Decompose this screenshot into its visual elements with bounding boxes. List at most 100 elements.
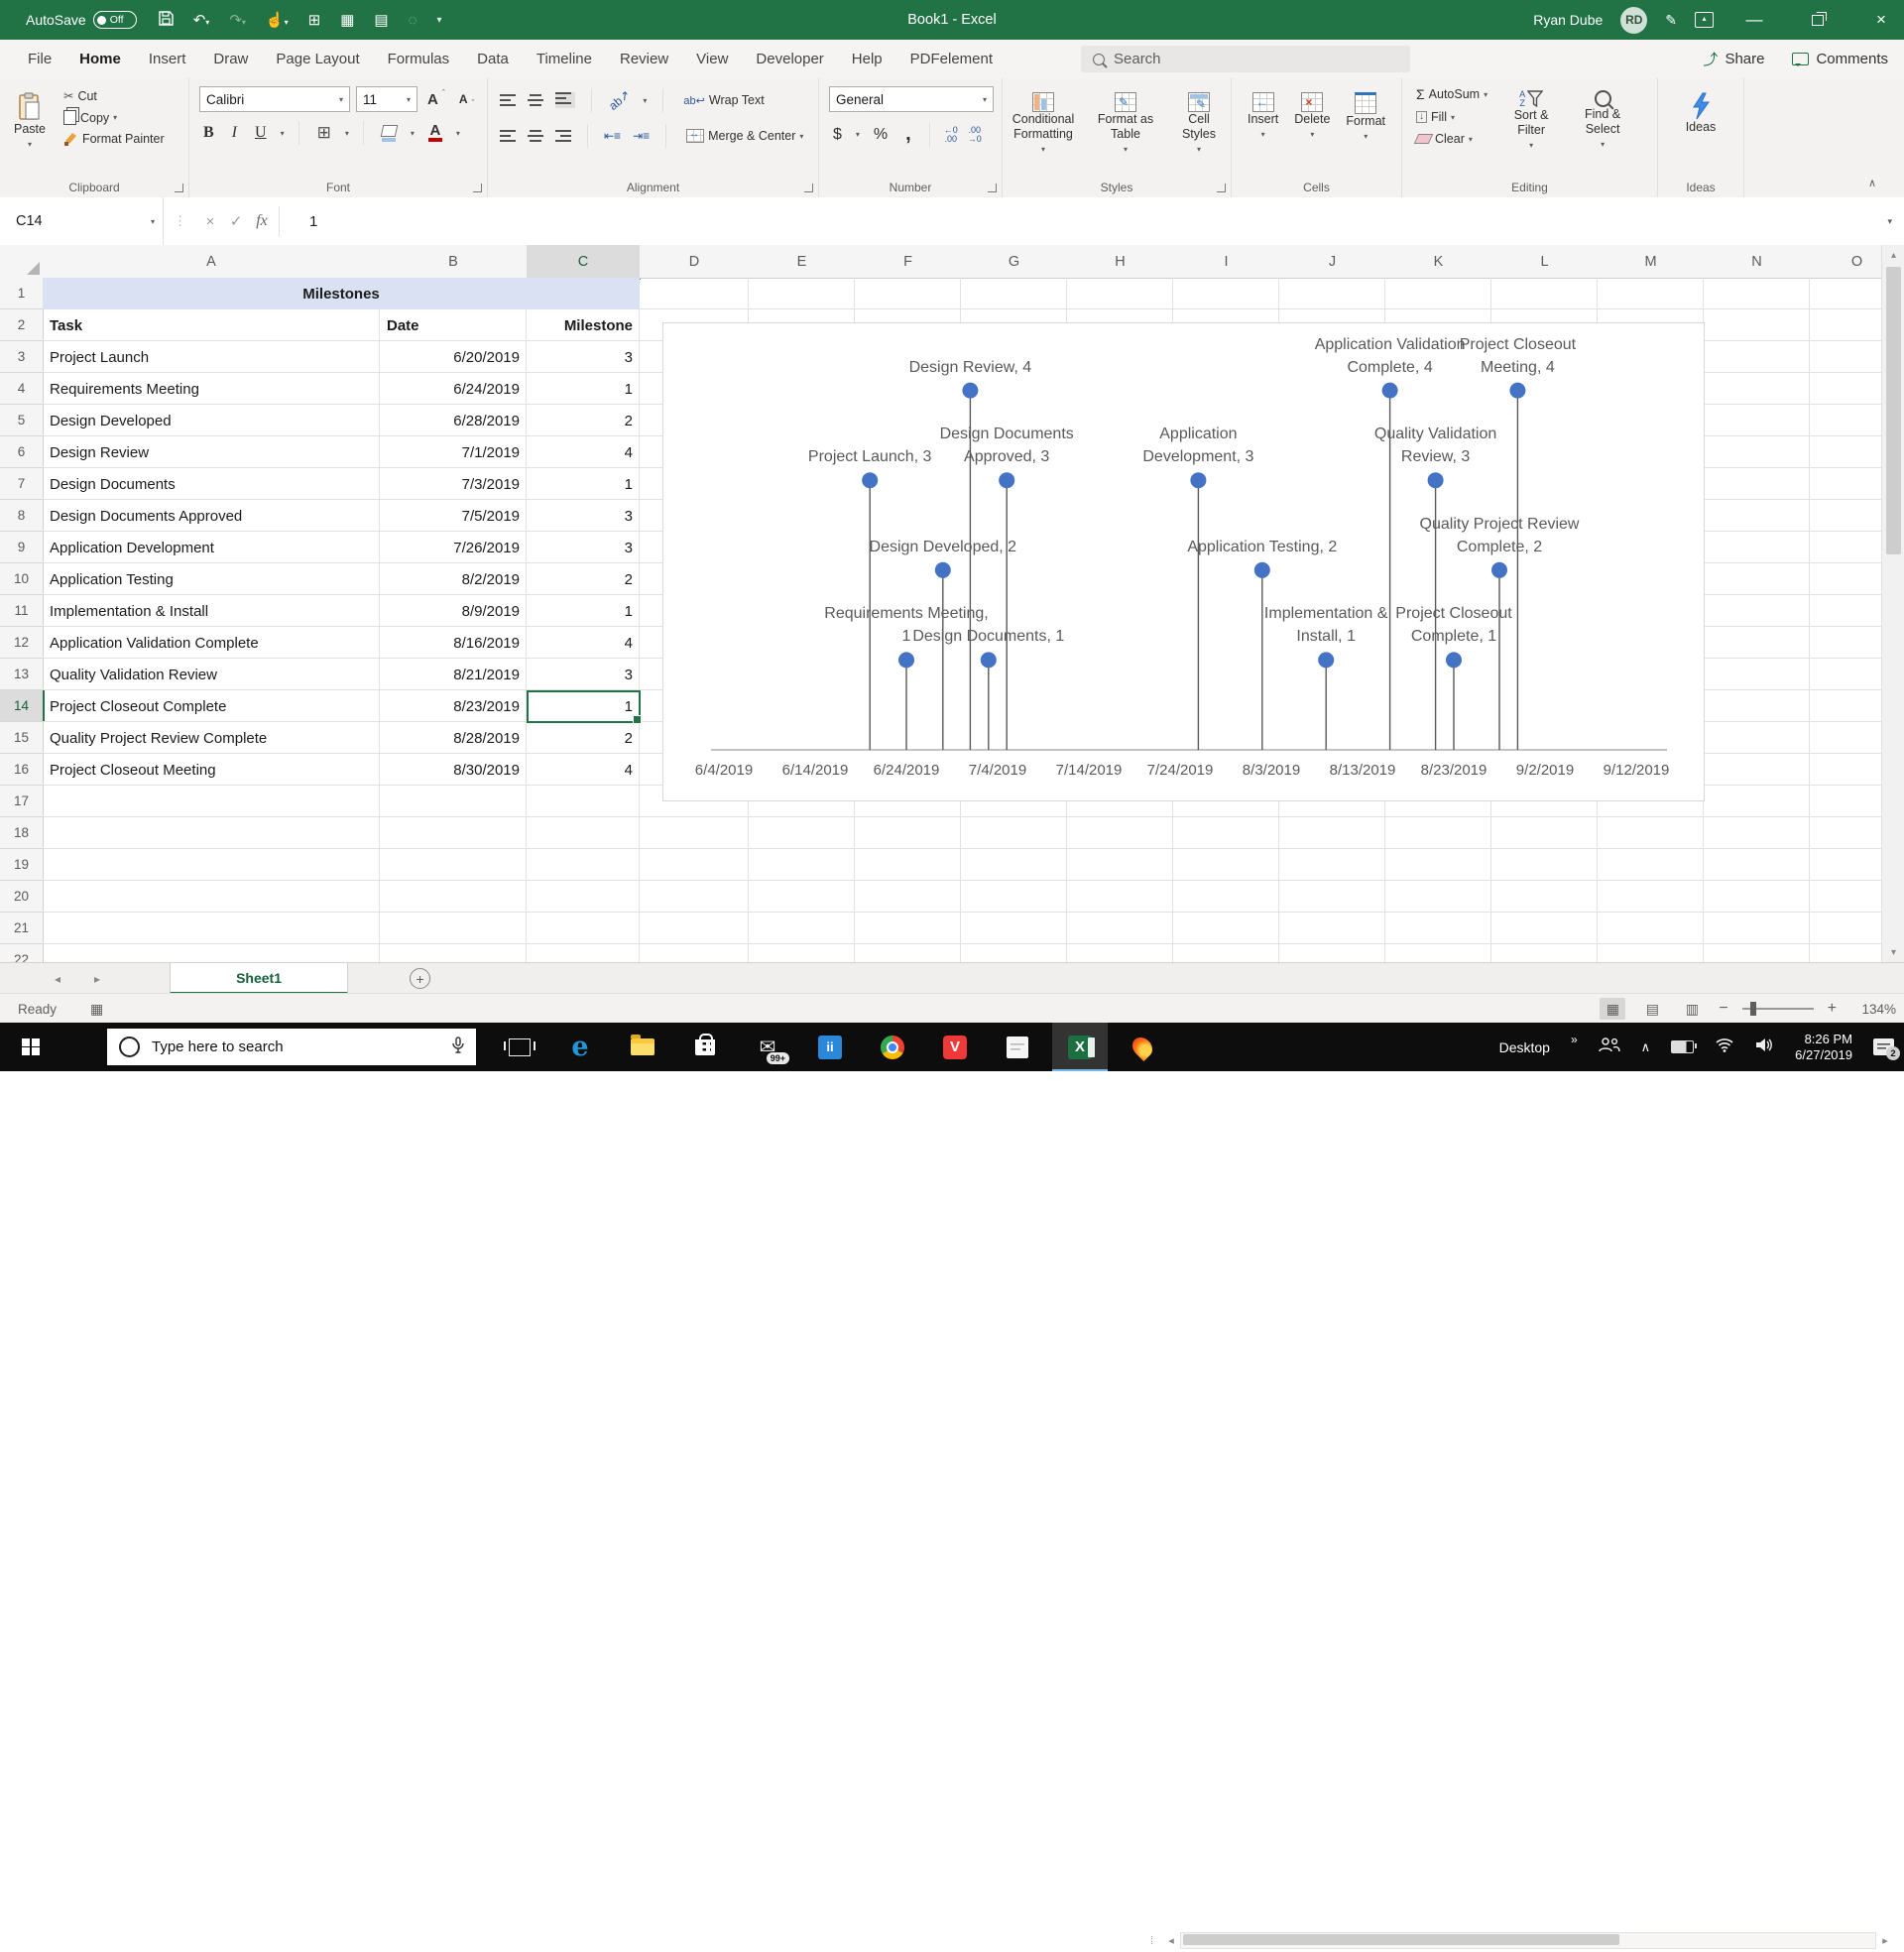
underline-dropdown-icon[interactable]: ▾ <box>281 129 285 138</box>
currency-button[interactable]: $ <box>829 124 846 146</box>
cell-styles-button[interactable]: ✎ Cell Styles ▾ <box>1167 86 1231 157</box>
currency-dropdown-icon[interactable]: ▾ <box>856 130 860 139</box>
mail-button[interactable]: ✉ 99+ <box>740 1023 795 1071</box>
volume-icon[interactable] <box>1755 1037 1774 1057</box>
minimize-button[interactable]: — <box>1731 0 1777 40</box>
chart-marker-8[interactable] <box>1318 652 1335 669</box>
store-button[interactable] <box>677 1023 733 1071</box>
scroll-right-icon[interactable]: ▸ <box>1876 1934 1894 1947</box>
horizontal-scroll-thumb[interactable] <box>1183 1934 1620 1945</box>
column-header-D[interactable]: D <box>640 245 750 279</box>
chart-marker-10[interactable] <box>1427 472 1444 489</box>
chart-marker-1[interactable] <box>898 652 914 669</box>
cell-date-5[interactable]: 6/28/2019 <box>380 405 527 436</box>
row-header-18[interactable]: 18 <box>0 817 44 849</box>
cell-task-11[interactable]: Implementation & Install <box>43 595 380 627</box>
merge-dropdown-icon[interactable]: ▾ <box>799 132 803 141</box>
font-name-select[interactable]: Calibri ▾ <box>199 86 350 112</box>
people-icon[interactable] <box>1598 1037 1620 1057</box>
notes-button[interactable] <box>990 1023 1045 1071</box>
cell-task-14[interactable]: Project Closeout Complete <box>43 690 380 722</box>
desktop-toolbar[interactable]: Desktop <box>1499 1039 1550 1055</box>
name-box[interactable]: C14 ▾ <box>0 197 164 245</box>
clock[interactable]: 8:26 PM 6/27/2019 <box>1795 1032 1852 1063</box>
cell-header-date[interactable]: Date <box>380 309 527 341</box>
row-header-9[interactable]: 9 <box>0 532 44 563</box>
chart-marker-5[interactable] <box>999 472 1015 489</box>
align-top-icon[interactable] <box>500 94 516 106</box>
cell-task-7[interactable]: Design Documents <box>43 468 380 500</box>
cell-milestone-12[interactable]: 4 <box>527 627 640 659</box>
column-header-K[interactable]: K <box>1385 245 1492 279</box>
chart-marker-3[interactable] <box>962 382 979 399</box>
cell-date-9[interactable]: 7/26/2019 <box>380 532 527 563</box>
cell-date-10[interactable]: 8/2/2019 <box>380 563 527 595</box>
cell-header-task[interactable]: Task <box>43 309 380 341</box>
font-size-select[interactable]: 11 ▾ <box>356 86 417 112</box>
column-header-M[interactable]: M <box>1598 245 1705 279</box>
clipboard-dialog-launcher-icon[interactable] <box>175 183 183 192</box>
font-color-dropdown-icon[interactable]: ▾ <box>456 129 460 138</box>
row-header-16[interactable]: 16 <box>0 754 44 786</box>
comments-button[interactable]: Comments <box>1792 51 1888 67</box>
cell-task-16[interactable]: Project Closeout Meeting <box>43 754 380 786</box>
cell-title-milestones[interactable]: Milestones <box>43 278 640 309</box>
column-header-E[interactable]: E <box>749 245 856 279</box>
chart-marker-12[interactable] <box>1491 561 1507 578</box>
autosave-toggle[interactable]: AutoSave Off <box>26 11 137 29</box>
menu-tab-draw[interactable]: Draw <box>199 40 262 78</box>
menu-tab-review[interactable]: Review <box>606 40 682 78</box>
row-header-12[interactable]: 12 <box>0 627 44 659</box>
cell-milestone-11[interactable]: 1 <box>527 595 640 627</box>
percent-button[interactable]: % <box>870 124 892 146</box>
table-form-icon[interactable]: ▦ <box>340 11 354 29</box>
sheet-tab-sheet1[interactable]: Sheet1 <box>170 963 349 994</box>
task-view-button[interactable] <box>492 1023 547 1071</box>
insert-cells-button[interactable]: ← Insert ▾ <box>1244 86 1282 144</box>
row-header-11[interactable]: 11 <box>0 595 44 627</box>
ideas-button[interactable]: Ideas <box>1667 86 1734 135</box>
select-all-corner[interactable] <box>0 245 44 279</box>
chart-marker-13[interactable] <box>1509 382 1526 399</box>
user-name[interactable]: Ryan Dube <box>1533 12 1603 28</box>
vivaldi-button[interactable]: V <box>927 1023 983 1071</box>
decrease-decimal-icon[interactable]: .00 →0 <box>968 125 982 144</box>
normal-view-button[interactable]: ▦ <box>1600 998 1626 1020</box>
comma-button[interactable]: , <box>901 121 915 148</box>
autosave-switch[interactable]: Off <box>92 11 137 29</box>
page-break-view-button[interactable]: ▥ <box>1679 998 1705 1020</box>
row-header-5[interactable]: 5 <box>0 405 44 436</box>
prev-sheet-icon[interactable]: ◂ <box>55 972 60 986</box>
cell-date-3[interactable]: 6/20/2019 <box>380 341 527 373</box>
row-header-2[interactable]: 2 <box>0 309 44 341</box>
column-header-O[interactable]: O <box>1810 245 1881 279</box>
cell-date-12[interactable]: 8/16/2019 <box>380 627 527 659</box>
menu-tab-page-layout[interactable]: Page Layout <box>262 40 373 78</box>
horizontal-scrollbar[interactable]: ⁞ ◂ ▸ <box>1150 1929 1894 1952</box>
pdfelement-button[interactable] <box>1115 1023 1170 1071</box>
restore-button[interactable] <box>1795 0 1841 40</box>
worksheet[interactable]: A B C D E F G H I J K L M N O 1 2 3 4 5 6 7 8 9 10 11 12 13 14 15 16 17… <box>0 245 1881 962</box>
new-sheet-button[interactable]: + <box>410 968 431 989</box>
cell-milestone-16[interactable]: 4 <box>527 754 640 786</box>
increase-font-button[interactable]: Aˆ <box>423 88 449 108</box>
menu-tab-data[interactable]: Data <box>463 40 523 78</box>
cell-task-4[interactable]: Requirements Meeting <box>43 373 380 405</box>
menu-tab-view[interactable]: View <box>682 40 742 78</box>
cell-date-16[interactable]: 8/30/2019 <box>380 754 527 786</box>
wifi-icon[interactable] <box>1715 1037 1734 1057</box>
borders-button[interactable]: ⊞ <box>313 121 335 145</box>
chart-marker-0[interactable] <box>862 472 879 489</box>
menu-tab-developer[interactable]: Developer <box>742 40 837 78</box>
align-right-icon[interactable] <box>555 130 571 142</box>
sort-filter-button[interactable]: AZ Sort & Filter ▾ <box>1499 84 1563 153</box>
row-header-22[interactable]: 22 <box>0 944 44 962</box>
decrease-indent-icon[interactable]: ⇤≡ <box>604 129 621 143</box>
align-left-icon[interactable] <box>500 130 516 142</box>
file-explorer-button[interactable] <box>615 1023 670 1071</box>
column-header-B[interactable]: B <box>380 245 528 279</box>
delete-cells-button[interactable]: × Delete ▾ <box>1290 86 1334 144</box>
column-header-L[interactable]: L <box>1491 245 1599 279</box>
save-icon[interactable] <box>159 10 174 30</box>
cell-date-14[interactable]: 8/23/2019 <box>380 690 527 722</box>
